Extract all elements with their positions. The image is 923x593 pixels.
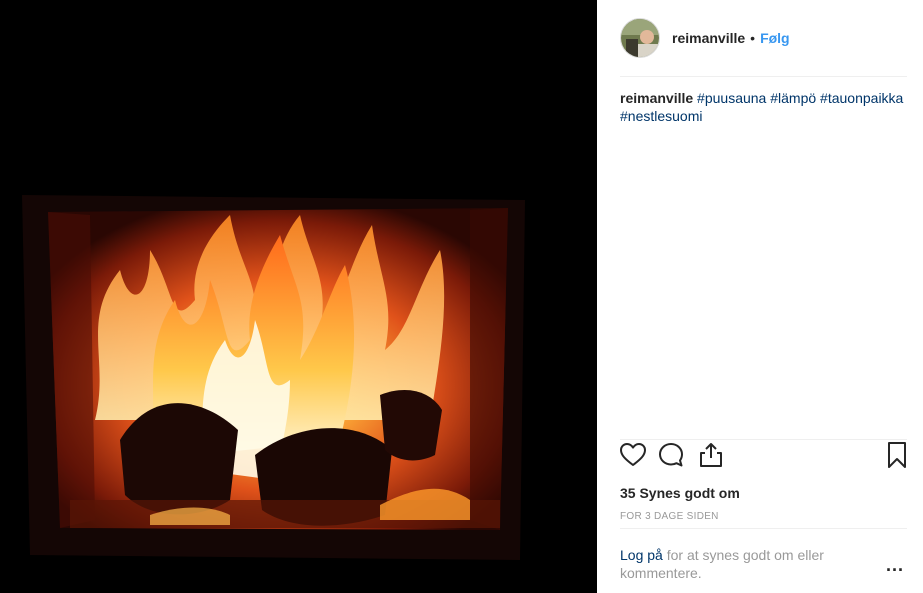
- more-options-button[interactable]: ...: [886, 556, 908, 574]
- post-actions: [619, 441, 911, 469]
- save-button[interactable]: [883, 441, 911, 469]
- comment-button[interactable]: [657, 441, 685, 469]
- post-header: reimanville • Følg: [620, 18, 910, 58]
- header-divider: [620, 76, 907, 77]
- like-button[interactable]: [619, 441, 647, 469]
- fire-photo-image: [0, 0, 597, 593]
- follow-button[interactable]: Følg: [760, 30, 790, 46]
- post-photo[interactable]: [0, 0, 597, 593]
- post-caption: reimanville #puusauna #lämpö #tauonpaikk…: [620, 89, 910, 125]
- caption-username[interactable]: reimanville: [620, 90, 693, 106]
- likes-count[interactable]: 35 Synes godt om: [620, 485, 740, 501]
- comment-icon: [659, 443, 683, 467]
- login-prompt: Log på for at synes godt om eller kommen…: [620, 546, 860, 582]
- share-icon: [700, 443, 722, 467]
- login-link[interactable]: Log på: [620, 547, 663, 563]
- header-separator: •: [750, 30, 756, 46]
- hashtag-tauonpaikka[interactable]: #tauonpaikka: [820, 90, 903, 106]
- share-button[interactable]: [697, 441, 725, 469]
- post-side-panel: reimanville • Følg reimanville #puusauna…: [597, 0, 923, 593]
- avatar[interactable]: [620, 18, 660, 58]
- hashtag-lampo[interactable]: #lämpö: [770, 90, 816, 106]
- instagram-post: reimanville • Følg reimanville #puusauna…: [0, 0, 923, 593]
- bookmark-icon: [888, 442, 906, 468]
- avatar-image: [621, 19, 659, 57]
- header-username[interactable]: reimanville: [672, 30, 745, 46]
- hashtag-nestlesuomi[interactable]: #nestlesuomi: [620, 108, 703, 124]
- hashtag-puusauna[interactable]: #puusauna: [697, 90, 766, 106]
- login-divider: [620, 528, 907, 529]
- actions-divider: [620, 439, 907, 440]
- heart-icon: [620, 443, 646, 466]
- post-timestamp[interactable]: FOR 3 DAGE SIDEN: [620, 511, 719, 522]
